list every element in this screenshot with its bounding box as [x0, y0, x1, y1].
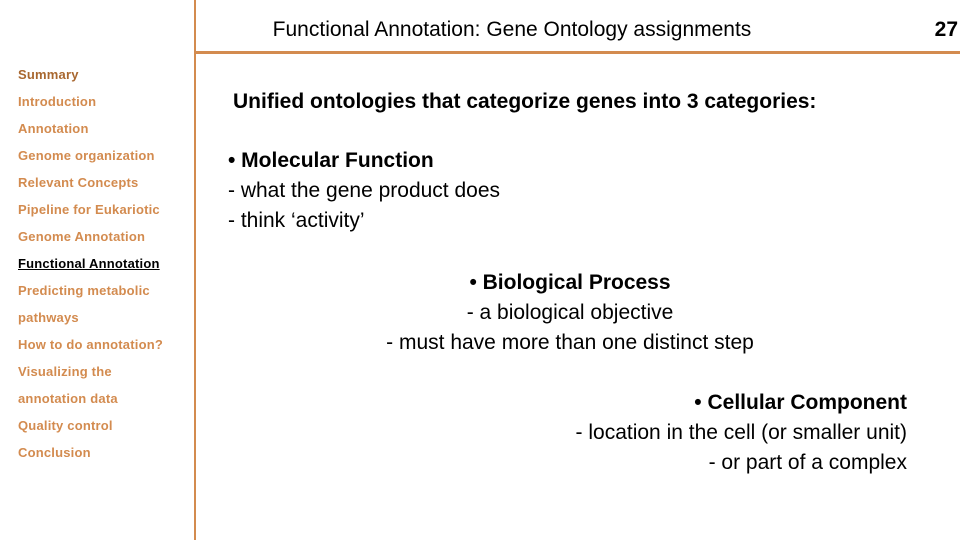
sidebar-item-annotation-data[interactable]: annotation data: [18, 385, 193, 412]
category-line: - a biological objective: [466, 301, 674, 324]
sidebar-item-visualizing[interactable]: Visualizing the: [18, 358, 193, 385]
category-heading: • Molecular Function: [228, 149, 434, 172]
category-biological-process: • Biological Process - a biological obje…: [330, 268, 810, 358]
category-line: - what the gene product does: [228, 179, 501, 202]
category-heading: • Biological Process: [469, 271, 671, 294]
category-line: - or part of a complex: [708, 451, 907, 474]
sidebar-item-annotation[interactable]: Annotation: [18, 115, 193, 142]
category-heading: • Cellular Component: [694, 391, 907, 414]
category-line: - location in the cell (or smaller unit): [575, 421, 907, 444]
category-line: - must have more than one distinct step: [386, 331, 754, 354]
sidebar-item-how-to-annotate[interactable]: How to do annotation?: [18, 331, 193, 358]
sidebar-item-predicting-metabolic[interactable]: Predicting metabolic: [18, 277, 193, 304]
sidebar-item-summary[interactable]: Summary: [18, 61, 193, 88]
category-molecular-function: • Molecular Function - what the gene pro…: [228, 146, 500, 236]
page-number: 27: [934, 18, 958, 41]
sidebar-divider: [194, 0, 196, 540]
sidebar-item-pipeline-eukariotic[interactable]: Pipeline for Eukariotic: [18, 196, 193, 223]
slide-title: Functional Annotation: Gene Ontology ass…: [272, 18, 752, 41]
intro-text: Unified ontologies that categorize genes…: [233, 90, 817, 113]
sidebar-item-quality-control[interactable]: Quality control: [18, 412, 193, 439]
sidebar-item-genome-annotation[interactable]: Genome Annotation: [18, 223, 193, 250]
sidebar-item-introduction[interactable]: Introduction: [18, 88, 193, 115]
sidebar-item-conclusion[interactable]: Conclusion: [18, 439, 193, 466]
title-underline: [194, 51, 960, 54]
sidebar-item-genome-organization[interactable]: Genome organization: [18, 142, 193, 169]
category-cellular-component: • Cellular Component - location in the c…: [576, 388, 907, 478]
sidebar-nav: Summary Introduction Annotation Genome o…: [18, 61, 193, 466]
category-line: - think ‘activity’: [228, 209, 365, 232]
sidebar-item-pathways[interactable]: pathways: [18, 304, 193, 331]
sidebar-item-relevant-concepts[interactable]: Relevant Concepts: [18, 169, 193, 196]
sidebar-item-functional-annotation[interactable]: Functional Annotation: [18, 250, 193, 277]
